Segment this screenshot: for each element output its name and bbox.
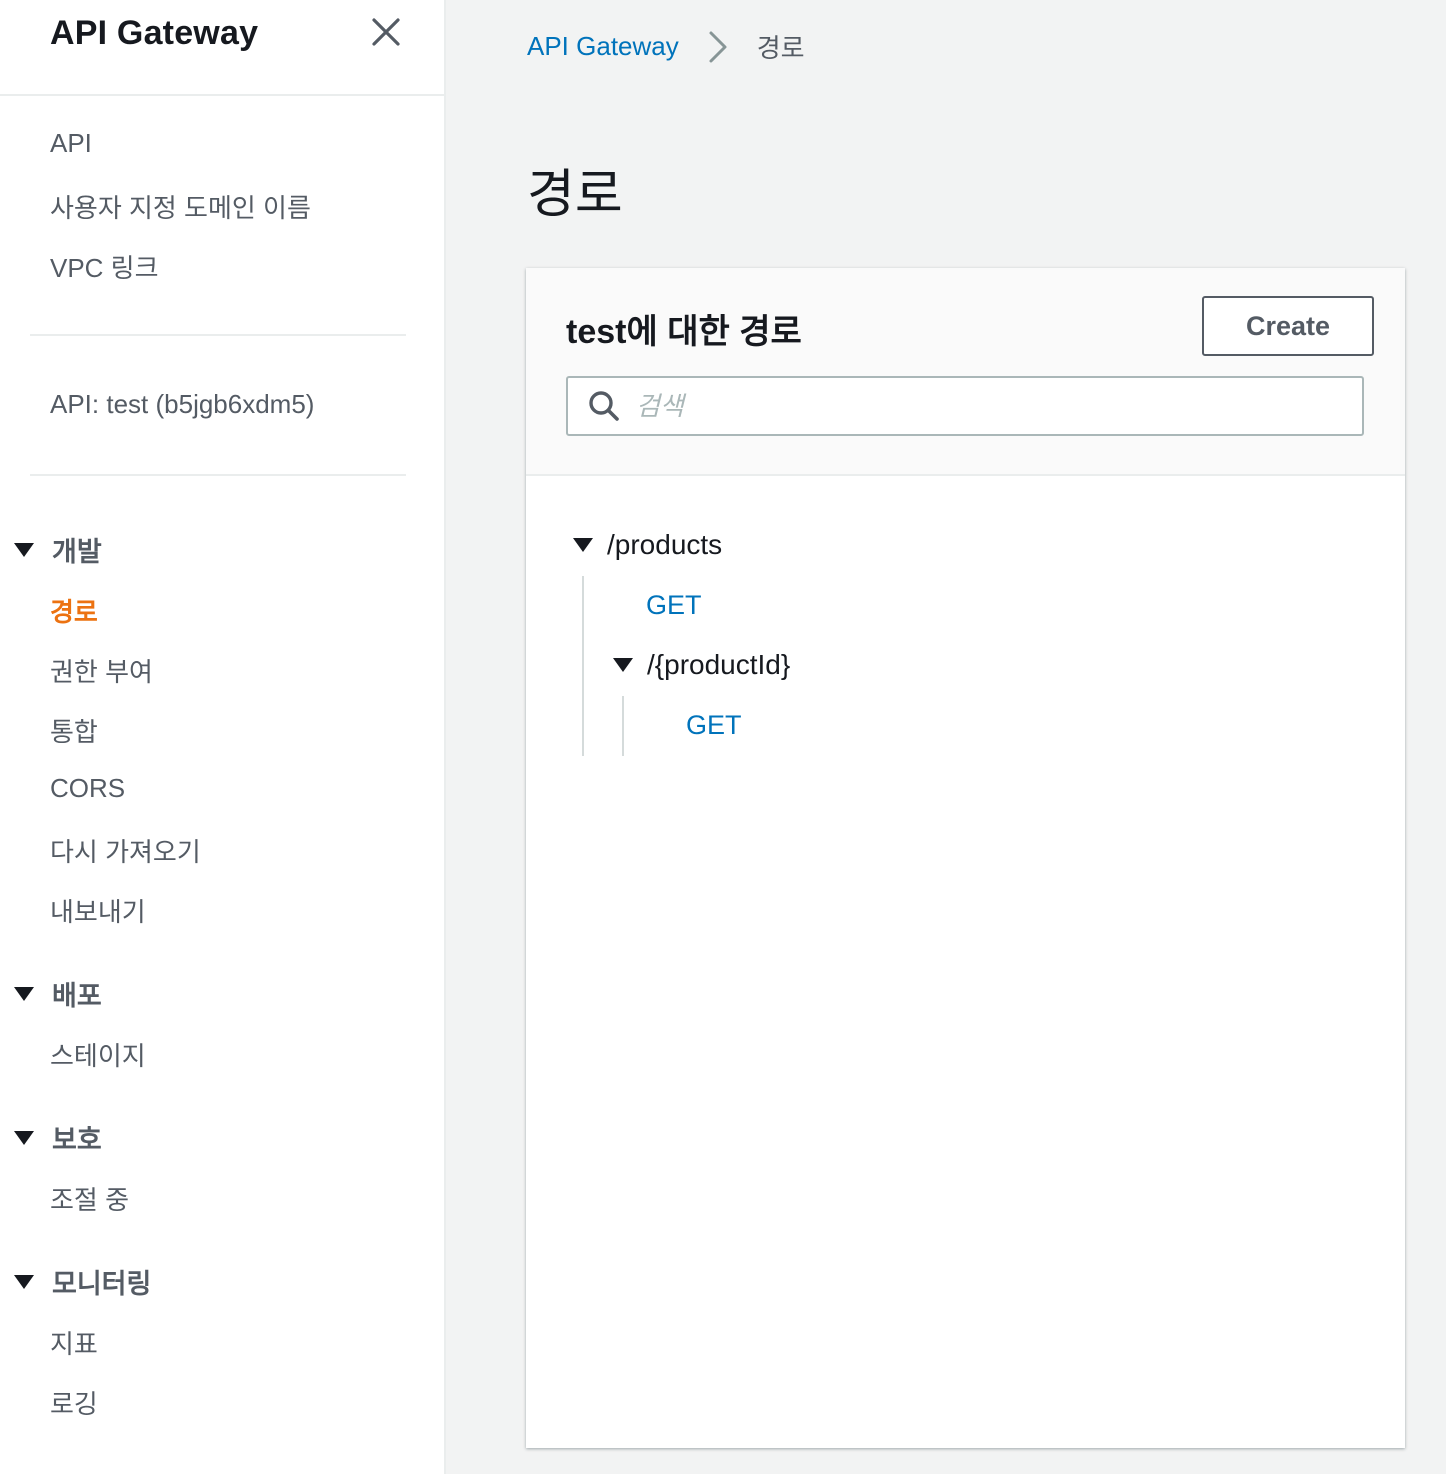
page-title: 경로 [527,166,623,224]
sidebar-item-routes[interactable]: 경로 [50,592,98,629]
route-node-products[interactable]: /products [571,529,722,561]
sidebar-section-label: 보호 [52,1125,102,1155]
sidebar: API Gateway API 사용자 지정 도메인 이름 VPC 링크 API… [0,0,446,1474]
caret-down-icon[interactable] [611,655,635,675]
sidebar-item-api-name[interactable]: API: test (b5jgb6xdm5) [50,389,314,420]
create-button[interactable]: Create [1202,296,1374,356]
sidebar-divider [30,474,406,476]
sidebar-item-metrics[interactable]: 지표 [50,1324,98,1361]
sidebar-item-api[interactable]: API [50,128,92,159]
sidebar-title: API Gateway [50,14,259,52]
tree-guide-line [622,696,624,756]
caret-down-icon [12,984,36,1004]
route-path-label: /products [607,529,723,560]
route-path-label: /{productId} [647,649,791,680]
sidebar-item-cors[interactable]: CORS [50,773,125,804]
sidebar-divider [30,334,406,336]
tree-guide-line [582,576,584,756]
sidebar-section-deploy[interactable]: 배포 [12,974,102,1013]
sidebar-item-integrations[interactable]: 통합 [50,712,98,749]
caret-down-icon [12,1128,36,1148]
sidebar-item-authorization[interactable]: 권한 부여 [50,652,153,689]
route-method-get[interactable]: GET [686,710,742,741]
sidebar-item-export[interactable]: 내보내기 [50,892,146,929]
search-icon [586,388,622,424]
route-method-get[interactable]: GET [646,590,702,621]
sidebar-item-throttling[interactable]: 조절 중 [50,1180,129,1217]
sidebar-section-label: 개발 [52,537,102,567]
caret-down-icon [12,1272,36,1292]
sidebar-section-monitor[interactable]: 모니터링 [12,1262,151,1301]
sidebar-header: API Gateway [0,0,444,96]
search-box [566,376,1364,436]
sidebar-section-label: 배포 [52,981,102,1011]
close-icon[interactable] [368,14,404,50]
sidebar-item-custom-domain[interactable]: 사용자 지정 도메인 이름 [50,188,311,225]
panel-header: test에 대한 경로 Create [526,268,1405,476]
sidebar-section-protect[interactable]: 보호 [12,1118,102,1157]
route-node-productid[interactable]: /{productId} [611,649,790,681]
routes-panel: test에 대한 경로 Create /products GET /{produ… [526,268,1405,1448]
caret-down-icon [12,540,36,560]
caret-down-icon[interactable] [571,535,595,555]
sidebar-item-logging[interactable]: 로깅 [50,1384,98,1421]
sidebar-section-develop[interactable]: 개발 [12,530,102,569]
sidebar-section-label: 모니터링 [52,1269,152,1299]
sidebar-item-reimport[interactable]: 다시 가져오기 [50,832,201,869]
breadcrumb-root-link[interactable]: API Gateway [527,31,679,62]
panel-title: test에 대한 경로 [566,313,802,351]
sidebar-item-stages[interactable]: 스테이지 [50,1036,146,1073]
search-input[interactable] [636,381,1336,431]
chevron-right-icon [707,30,729,64]
breadcrumb-current: 경로 [756,33,805,63]
sidebar-item-vpc-link[interactable]: VPC 링크 [50,248,159,285]
breadcrumb: API Gateway 경로 [527,28,805,65]
